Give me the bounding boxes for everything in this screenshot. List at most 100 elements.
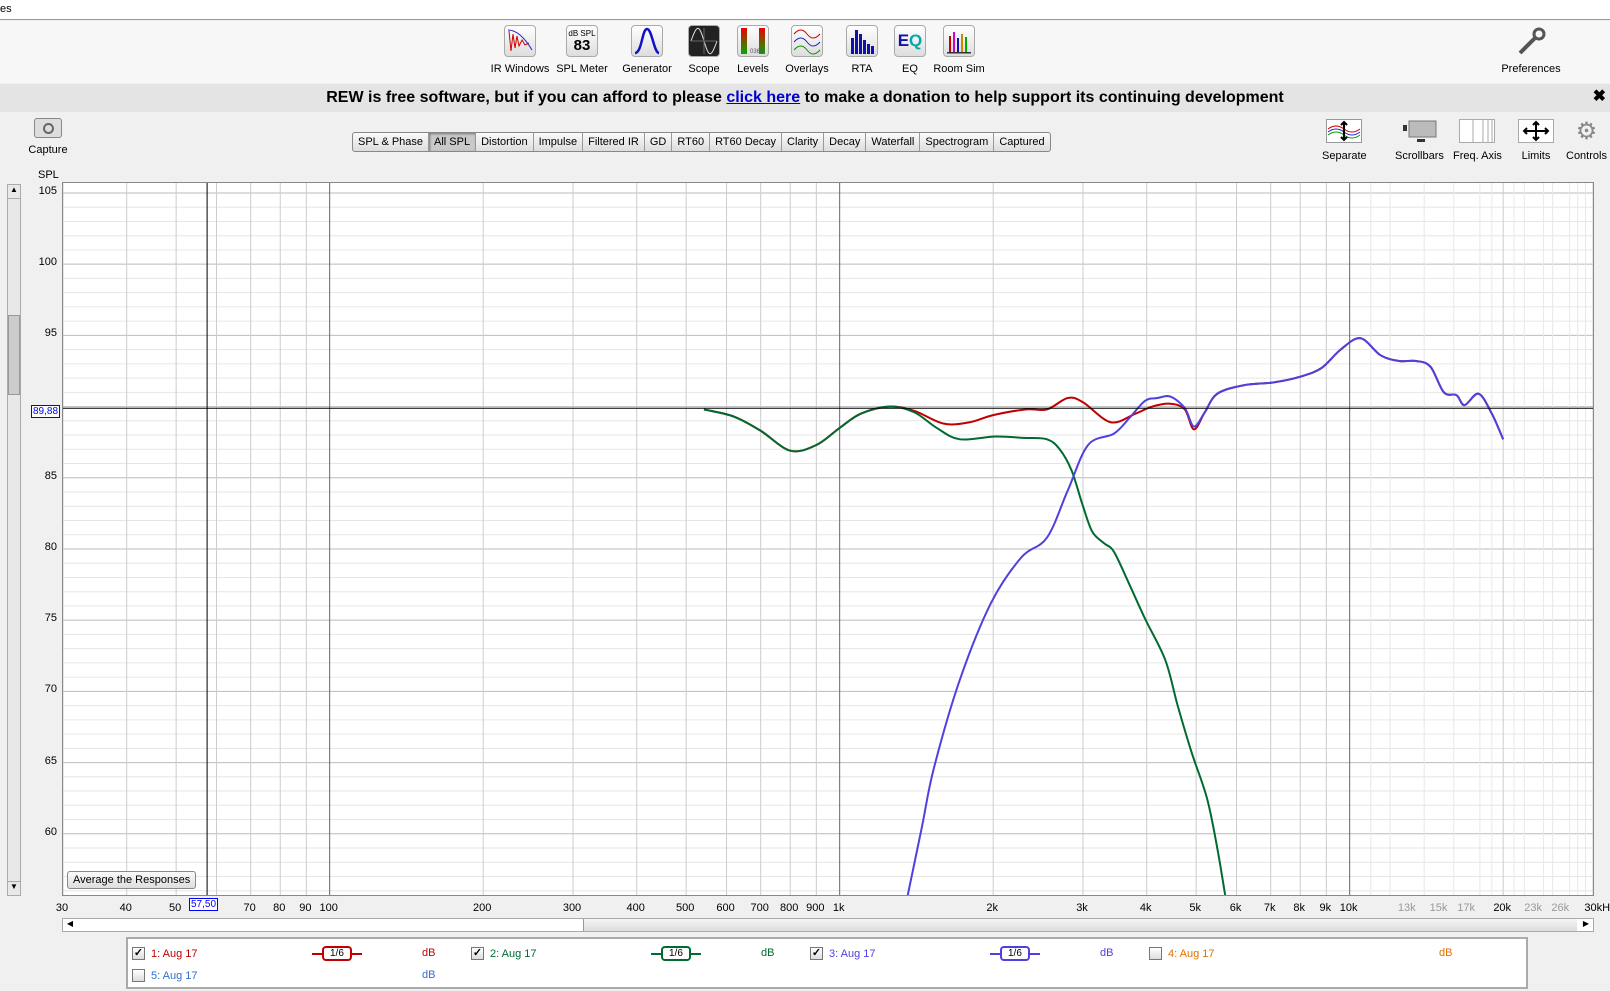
generator-icon	[631, 25, 663, 57]
capture-button[interactable]: Capture	[22, 118, 74, 156]
unit-label: dB	[422, 969, 436, 981]
freq-axis-button[interactable]: Freq. Axis	[1453, 118, 1502, 162]
x-tick-label: 70	[243, 902, 256, 914]
y-tick-label: 100	[38, 256, 57, 269]
x-tick-label: 100	[319, 902, 338, 914]
x-tick-label: 90	[299, 902, 312, 914]
scrollbars-button[interactable]: Scrollbars	[1395, 118, 1444, 162]
ir-windows-button[interactable]: IR Windows	[485, 25, 555, 75]
y-tick-label: 80	[44, 540, 57, 553]
scroll-left-arrow[interactable]: ◀	[63, 919, 77, 931]
scroll-up-arrow[interactable]: ▲	[8, 185, 20, 199]
x-tick-label: 10k	[1339, 902, 1358, 914]
tab-spectrogram[interactable]: Spectrogram	[920, 133, 995, 151]
y-axis-label: SPL	[38, 169, 59, 181]
ir-windows-icon	[504, 25, 536, 57]
tab-clarity[interactable]: Clarity	[782, 133, 825, 151]
scroll-down-arrow[interactable]: ▼	[8, 881, 20, 895]
tab-distortion[interactable]: Distortion	[476, 133, 534, 151]
legend-item: ✓ 2: Aug 17	[471, 947, 537, 960]
unit-label: dB	[1439, 947, 1453, 959]
separate-button[interactable]: Separate	[1322, 118, 1367, 162]
tab-captured[interactable]: Captured	[994, 133, 1049, 151]
rta-icon	[846, 25, 878, 57]
vertical-scrollbar[interactable]: ▲ ▼	[7, 184, 21, 896]
x-tick-label: 80	[273, 902, 286, 914]
tab-filtered-ir[interactable]: Filtered IR	[583, 133, 645, 151]
x-tick-label: 600	[716, 902, 735, 914]
plot-area	[63, 183, 1593, 895]
x-tick-label: 23k	[1524, 902, 1543, 914]
average-responses-button[interactable]: Average the Responses	[67, 871, 197, 889]
x-tick-label: 7k	[1263, 902, 1276, 914]
scrollbars-icon	[1400, 118, 1438, 144]
spl-meter-icon: dB SPL 83	[566, 25, 598, 57]
legend-item: ✓ 1: Aug 17	[132, 947, 198, 960]
tab-spl-phase[interactable]: SPL & Phase	[353, 133, 430, 151]
x-tick-label: 13k	[1397, 902, 1416, 914]
controls-button[interactable]: ⚙ Controls	[1566, 117, 1607, 163]
scroll-right-arrow[interactable]: ▶	[1579, 919, 1593, 931]
measurement-checkbox[interactable]	[1149, 947, 1162, 960]
y-tick-label: 60	[44, 825, 57, 838]
measurement-name: 2: Aug 17	[490, 947, 537, 960]
donate-link[interactable]: click here	[726, 89, 800, 106]
tab-impulse[interactable]: Impulse	[534, 133, 584, 151]
preferences-button[interactable]: Preferences	[1496, 25, 1566, 75]
x-tick-label: 40	[119, 902, 132, 914]
limits-button[interactable]: Limits	[1517, 118, 1555, 162]
tab-decay[interactable]: Decay	[824, 133, 867, 151]
y-tick-label: 65	[44, 754, 57, 767]
gear-icon: ⚙	[1575, 117, 1598, 145]
room-sim-button[interactable]: Room Sim	[924, 25, 994, 75]
x-tick-label: 5k	[1189, 902, 1201, 914]
x-tick-label: 15k	[1429, 902, 1448, 914]
series-line-3	[906, 337, 1505, 895]
measurement-checkbox[interactable]	[132, 969, 145, 982]
unit-label: dB	[1100, 947, 1114, 959]
y-tick-label: 75	[44, 612, 57, 625]
x-tick-label: 400	[626, 902, 645, 914]
measurement-name: 1: Aug 17	[151, 947, 198, 960]
y-tick-label: 70	[44, 683, 57, 696]
horizontal-scrollbar[interactable]: ◀ ▶	[62, 918, 1594, 932]
spl-graph[interactable]: Average the Responses	[62, 182, 1594, 896]
overlays-icon	[791, 25, 823, 57]
measurement-checkbox[interactable]: ✓	[810, 947, 823, 960]
x-tick-label: 2k	[986, 902, 998, 914]
x-tick-label: 20k	[1493, 902, 1512, 914]
x-tick-label: 9k	[1319, 902, 1332, 914]
spl-meter-button[interactable]: dB SPL 83 SPL Meter	[547, 25, 617, 75]
scope-icon	[688, 25, 720, 57]
freq-axis-icon	[1458, 118, 1496, 144]
measurement-checkbox[interactable]: ✓	[471, 947, 484, 960]
y-tick-label: 105	[38, 184, 57, 197]
unit-label: dB	[761, 947, 775, 959]
x-tick-label: 17k	[1457, 902, 1476, 914]
horizontal-scroll-thumb[interactable]	[583, 919, 1577, 931]
svg-text:0369: 0369	[750, 49, 764, 55]
vertical-scroll-thumb[interactable]	[8, 315, 20, 395]
smoothing-button[interactable]: 1/6	[312, 946, 362, 961]
main-toolbar: IR Windows dB SPL 83 SPL Meter Generator S…	[0, 21, 1610, 83]
tab-gd[interactable]: GD	[645, 133, 673, 151]
measurement-checkbox[interactable]: ✓	[132, 947, 145, 960]
smoothing-button[interactable]: 1/6	[651, 946, 701, 961]
tab-all-spl[interactable]: All SPL	[429, 133, 477, 151]
close-banner-icon[interactable]: ✖	[1593, 86, 1606, 106]
x-tick-label: 50	[169, 902, 182, 914]
x-tick-label: 6k	[1229, 902, 1242, 914]
x-tick-label: 26k	[1551, 902, 1570, 914]
levels-icon: 0369	[737, 25, 769, 57]
tab-rt60[interactable]: RT60	[672, 133, 711, 151]
limits-icon	[1517, 118, 1555, 144]
x-tick-label: 900	[806, 902, 825, 914]
cursor-spl-readout: 89,88	[31, 405, 61, 418]
x-tick-label: 3k	[1076, 902, 1088, 914]
separate-icon	[1325, 118, 1363, 144]
x-tick-label: 800	[780, 902, 799, 914]
smoothing-button[interactable]: 1/6	[990, 946, 1040, 961]
tab-waterfall[interactable]: Waterfall	[866, 133, 921, 151]
tab-rt60-decay[interactable]: RT60 Decay	[710, 133, 782, 151]
room-sim-icon	[943, 25, 975, 57]
